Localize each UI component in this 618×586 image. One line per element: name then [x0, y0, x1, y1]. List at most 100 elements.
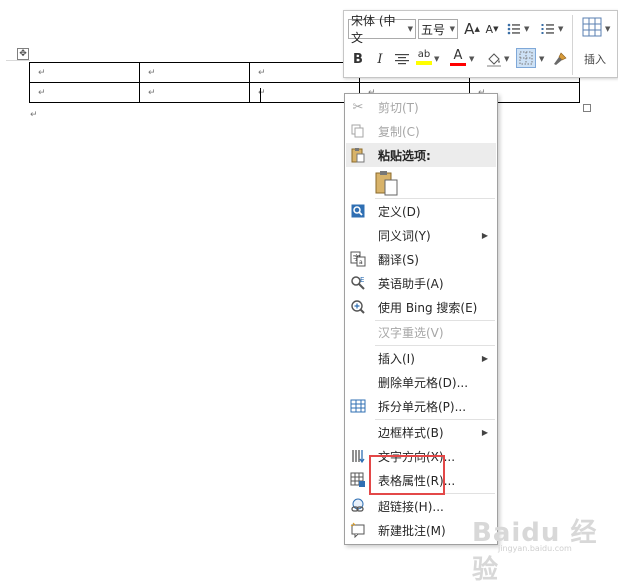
shading-button[interactable] — [484, 49, 504, 69]
menu-item-english-assistant[interactable]: E 英语助手(A) — [346, 271, 496, 295]
menu-item-reconvert[interactable]: 汉字重选(V) — [346, 320, 496, 344]
new-comment-icon — [346, 518, 370, 542]
margin-line — [6, 60, 30, 61]
chevron-down-icon[interactable]: ▼ — [539, 55, 544, 63]
menu-item-label: 同义词(Y) — [378, 228, 431, 243]
menu-item-label: 剪切(T) — [378, 100, 419, 115]
text-direction-icon — [346, 444, 370, 468]
menu-item-define[interactable]: 定义(D) — [346, 199, 496, 223]
menu-item-label: 英语助手(A) — [378, 276, 444, 291]
format-painter-icon — [554, 52, 567, 65]
table-resize-handle[interactable] — [583, 104, 591, 112]
format-painter-button[interactable] — [550, 49, 570, 69]
paste-icon — [346, 143, 370, 167]
menu-item-paste-options: 粘贴选项: — [346, 143, 496, 167]
paste-keep-text-only-button[interactable] — [375, 170, 399, 196]
align-center-button[interactable] — [392, 49, 412, 69]
menu-item-label: 汉字重选(V) — [378, 325, 444, 340]
menu-item-synonyms[interactable]: 同义词(Y) ▶ — [346, 223, 496, 247]
chevron-down-icon[interactable]: ▼ — [504, 55, 509, 63]
chevron-down-icon[interactable]: ▼ — [434, 55, 439, 63]
baidu-watermark: Baidu 经验 jingyan.baidu.com — [472, 512, 612, 585]
menu-item-insert[interactable]: 插入(I) ▶ — [346, 346, 496, 370]
menu-item-label: 复制(C) — [378, 124, 420, 139]
submenu-arrow-icon: ▶ — [481, 230, 488, 240]
table-move-handle[interactable]: ✥ — [17, 48, 29, 60]
numbered-list-icon — [541, 24, 554, 34]
chevron-down-icon[interactable]: ▼ — [524, 25, 529, 33]
menu-item-copy[interactable]: 复制(C) — [346, 119, 496, 143]
chevron-down-icon[interactable]: ▼ — [605, 25, 610, 33]
submenu-arrow-icon: ▶ — [481, 353, 488, 363]
menu-item-label: 粘贴选项: — [378, 148, 431, 163]
bullets-button[interactable] — [504, 19, 524, 39]
italic-button[interactable]: I — [370, 49, 390, 69]
font-size-combo[interactable]: 五号 ▼ — [418, 19, 458, 39]
font-color-bar — [450, 62, 466, 66]
menu-item-label: 翻译(S) — [378, 252, 419, 267]
table-grid-icon — [582, 17, 602, 37]
bullet-list-icon — [507, 23, 520, 35]
table-cell[interactable]: ↵ — [139, 62, 250, 83]
scissors-icon: ✂ — [352, 99, 364, 115]
annotation-highlight-box — [369, 455, 445, 495]
bing-search-icon — [346, 295, 370, 319]
align-center-icon — [395, 54, 409, 65]
text-cursor — [260, 88, 261, 102]
borders-icon — [519, 51, 533, 65]
insert-table-button[interactable] — [580, 15, 604, 39]
translate-icon: 字a — [346, 247, 370, 271]
menu-item-delete-cells[interactable]: 删除单元格(D)... — [346, 370, 496, 394]
table-cell[interactable]: ↵ — [139, 82, 250, 103]
paste-clipboard-icon — [375, 171, 398, 196]
toolbar-separator — [572, 15, 573, 75]
font-name-combo[interactable]: 宋体 (中文 ▼ — [348, 14, 416, 45]
menu-item-label: 新建批注(M) — [378, 523, 446, 538]
copy-icon — [346, 119, 370, 143]
shrink-font-icon: A — [485, 22, 494, 36]
menu-item-label: 边框样式(B) — [378, 425, 444, 440]
bold-button[interactable]: B — [348, 49, 368, 69]
paint-bucket-icon — [487, 53, 501, 67]
chevron-down-icon: ▼ — [449, 25, 455, 33]
mini-toolbar: 宋体 (中文 ▼ 五号 ▼ A ▲ A ▼ ▼ ▼ ▼ B I ab ▼ A ▼… — [343, 10, 618, 78]
table-cell[interactable]: ↵ — [29, 82, 140, 103]
menu-item-bing-search[interactable]: 使用 Bing 搜索(E) — [346, 295, 496, 319]
chevron-down-icon: ▼ — [407, 25, 413, 33]
menu-item-label: 插入(I) — [378, 351, 415, 366]
highlight-button[interactable]: ab — [414, 47, 434, 67]
menu-item-label: 超链接(H)... — [378, 499, 444, 514]
menu-item-border-styles[interactable]: 边框样式(B) ▶ — [346, 420, 496, 444]
table-cell[interactable]: ↵ — [29, 62, 140, 83]
font-size-value: 五号 — [421, 22, 446, 37]
menu-item-label: 定义(D) — [378, 204, 421, 219]
menu-item-cut[interactable]: ✂ 剪切(T) — [346, 95, 496, 119]
font-name-value: 宋体 (中文 — [351, 14, 396, 45]
borders-button[interactable] — [516, 48, 536, 68]
grow-font-button[interactable]: A ▲ — [462, 19, 482, 39]
chevron-down-icon[interactable]: ▼ — [469, 55, 474, 63]
define-icon — [346, 199, 370, 223]
menu-item-label: 拆分单元格(P)... — [378, 399, 467, 414]
menu-item-split-cells[interactable]: 拆分单元格(P)... — [346, 394, 496, 418]
highlight-icon: ab — [417, 49, 431, 60]
menu-item-label: 使用 Bing 搜索(E) — [378, 300, 478, 315]
split-cells-icon — [346, 394, 370, 418]
svg-text:a: a — [359, 259, 363, 266]
font-color-button[interactable]: A — [448, 47, 468, 67]
table-cell[interactable]: ↵ — [249, 82, 360, 103]
shrink-font-button[interactable]: A ▼ — [482, 19, 502, 39]
table-properties-icon — [346, 468, 370, 492]
grow-font-icon: A — [464, 20, 475, 38]
chevron-down-icon[interactable]: ▼ — [558, 25, 563, 33]
svg-text:E: E — [360, 276, 364, 284]
menu-item-translate[interactable]: 字a 翻译(S) — [346, 247, 496, 271]
menu-item-label: 删除单元格(D)... — [378, 375, 469, 390]
numbering-button[interactable] — [538, 19, 558, 39]
paragraph-mark: ↵ — [30, 110, 38, 120]
font-color-icon: A — [453, 47, 463, 63]
insert-label[interactable]: 插入 — [577, 51, 613, 67]
watermark-sub-text: jingyan.baidu.com — [498, 544, 572, 553]
hyperlink-icon — [346, 494, 370, 518]
english-assistant-icon: E — [346, 271, 370, 295]
